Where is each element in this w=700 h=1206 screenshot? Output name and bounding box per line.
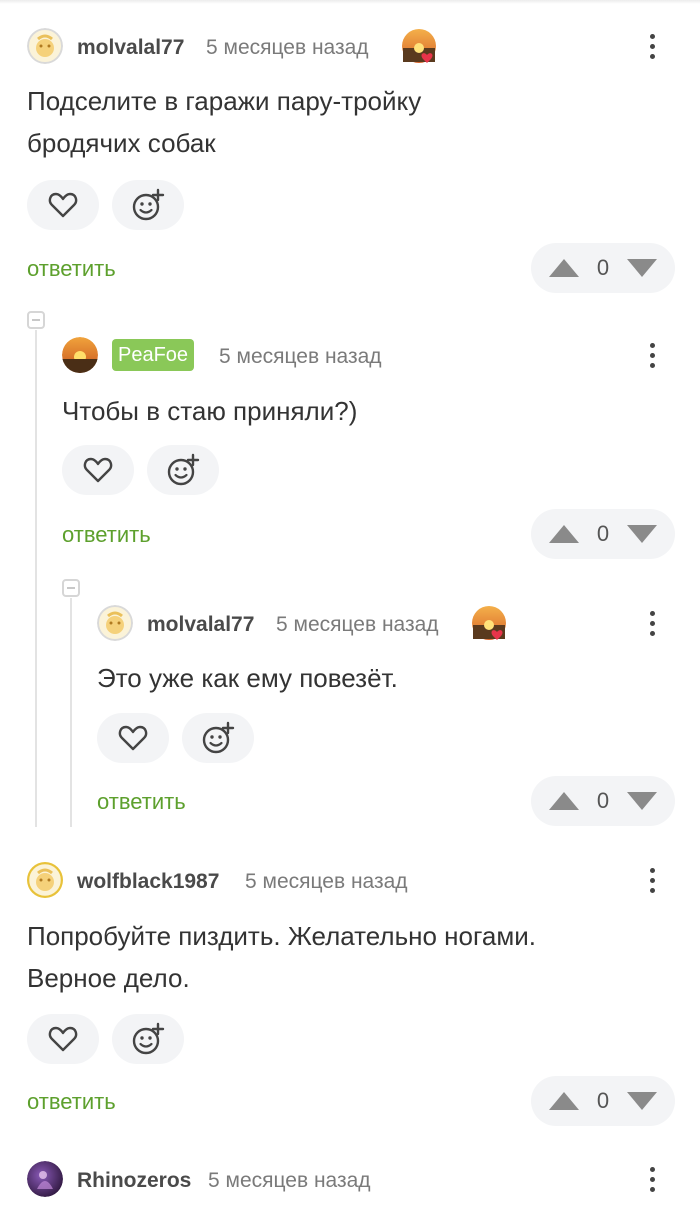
timestamp: 5 месяцев назад bbox=[206, 36, 369, 59]
react-button[interactable] bbox=[147, 445, 219, 495]
username[interactable]: molvalal77 bbox=[147, 613, 254, 637]
timestamp: 5 месяцев назад bbox=[219, 345, 382, 368]
upvote-icon[interactable] bbox=[547, 1090, 581, 1112]
smile-plus-icon bbox=[167, 453, 200, 486]
reply-link[interactable]: ответить bbox=[27, 1089, 116, 1115]
vote-count: 0 bbox=[596, 1088, 610, 1113]
username[interactable]: Rhinozeros bbox=[77, 1169, 191, 1193]
react-button[interactable] bbox=[112, 180, 184, 230]
comment-text: Попробуйте пиздить. Желательно ногами. В… bbox=[27, 915, 536, 999]
comment-text-line: Это уже как ему повезёт. bbox=[97, 663, 398, 693]
comment-header: Rhinozeros 5 месяцев назад bbox=[0, 1161, 700, 1201]
vote-control: 0 bbox=[531, 776, 675, 826]
more-options-icon[interactable] bbox=[638, 30, 666, 62]
thread-line-level1 bbox=[35, 330, 37, 827]
heart-icon bbox=[48, 192, 78, 218]
smile-plus-icon bbox=[132, 188, 165, 221]
more-options-icon[interactable] bbox=[638, 864, 666, 896]
timestamp: 5 месяцев назад bbox=[276, 613, 439, 636]
vote-count: 0 bbox=[596, 255, 610, 280]
username-badge[interactable]: PeaFoe bbox=[112, 339, 195, 371]
comment-text-line: бродячих собак bbox=[27, 128, 216, 158]
reply-link[interactable]: ответить bbox=[27, 256, 116, 282]
like-button[interactable] bbox=[97, 713, 169, 763]
comment-text-line: Чтобы в стаю приняли?) bbox=[62, 396, 358, 426]
like-button[interactable] bbox=[27, 180, 99, 230]
reply-link[interactable]: ответить bbox=[62, 522, 151, 548]
upvote-icon[interactable] bbox=[547, 523, 581, 545]
timestamp: 5 месяцев назад bbox=[208, 1169, 371, 1192]
sunset-heart-award-icon bbox=[471, 605, 507, 641]
react-button[interactable] bbox=[112, 1014, 184, 1064]
username[interactable]: molvalal77 bbox=[77, 36, 184, 60]
comment-text: Чтобы в стаю приняли?) bbox=[62, 390, 357, 432]
downvote-icon[interactable] bbox=[625, 523, 659, 545]
avatar-sunset-icon[interactable] bbox=[62, 337, 98, 373]
avatar-yellow-face-icon[interactable] bbox=[27, 862, 63, 898]
comment-text-line: Попробуйте пиздить. Желательно ногами. bbox=[27, 921, 536, 951]
comment-text: Это уже как ему повезёт. bbox=[97, 657, 398, 699]
heart-icon bbox=[118, 725, 148, 751]
more-options-icon[interactable] bbox=[638, 1163, 666, 1195]
comment-header: wolfblack1987 5 месяцев назад bbox=[0, 862, 700, 902]
like-button[interactable] bbox=[62, 445, 134, 495]
heart-icon bbox=[83, 457, 113, 483]
sunset-heart-award-icon bbox=[401, 28, 437, 64]
comment-header: molvalal77 5 месяцев назад bbox=[0, 605, 700, 645]
comment-text-line: Верное дело. bbox=[27, 963, 190, 993]
username[interactable]: wolfblack1987 bbox=[77, 870, 219, 894]
collapse-thread-button[interactable] bbox=[27, 311, 45, 329]
smile-plus-icon bbox=[202, 721, 235, 754]
more-options-icon[interactable] bbox=[638, 607, 666, 639]
react-button[interactable] bbox=[182, 713, 254, 763]
collapse-thread-button[interactable] bbox=[62, 579, 80, 597]
downvote-icon[interactable] bbox=[625, 257, 659, 279]
comment-text-line: Подселите в гаражи пару-тройку bbox=[27, 86, 422, 116]
more-options-icon[interactable] bbox=[638, 339, 666, 371]
upvote-icon[interactable] bbox=[547, 257, 581, 279]
vote-control: 0 bbox=[531, 509, 675, 559]
timestamp: 5 месяцев назад bbox=[245, 870, 408, 893]
heart-icon bbox=[48, 1026, 78, 1052]
vote-control: 0 bbox=[531, 243, 675, 293]
avatar-purple-icon[interactable] bbox=[27, 1161, 63, 1197]
vote-control: 0 bbox=[531, 1076, 675, 1126]
comment-text: Подселите в гаражи пару-тройку бродячих … bbox=[27, 80, 421, 164]
vote-count: 0 bbox=[596, 521, 610, 546]
top-shadow bbox=[0, 0, 700, 4]
comment-header: molvalal77 5 месяцев назад bbox=[0, 28, 700, 68]
upvote-icon[interactable] bbox=[547, 790, 581, 812]
avatar-yellow-face-icon[interactable] bbox=[97, 605, 133, 641]
vote-count: 0 bbox=[596, 788, 610, 813]
smile-plus-icon bbox=[132, 1022, 165, 1055]
reply-link[interactable]: ответить bbox=[97, 789, 186, 815]
downvote-icon[interactable] bbox=[625, 1090, 659, 1112]
comment-header: PeaFoe 5 месяцев назад bbox=[0, 337, 700, 377]
avatar-yellow-face-icon[interactable] bbox=[27, 28, 63, 64]
like-button[interactable] bbox=[27, 1014, 99, 1064]
downvote-icon[interactable] bbox=[625, 790, 659, 812]
